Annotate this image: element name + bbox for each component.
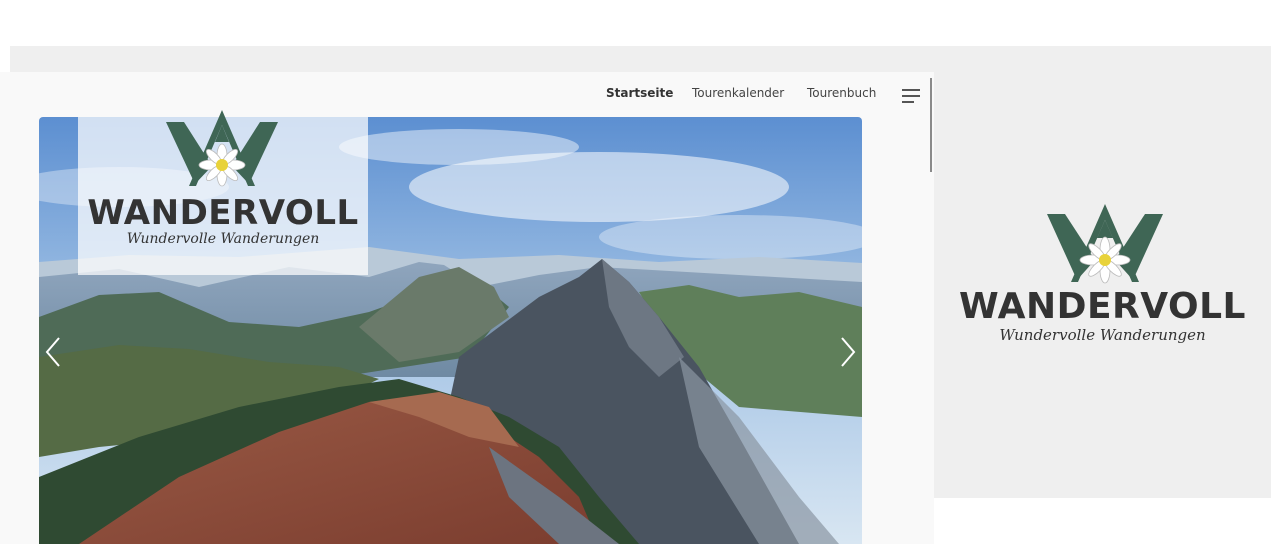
main-panel: Startseite Tourenkalender Tourenbuch WAN…	[0, 72, 934, 544]
side-brand-name: WANDERVOLL	[959, 286, 1246, 327]
chevron-right-icon	[841, 337, 856, 367]
nav-item-tourenkalender[interactable]: Tourenkalender	[692, 86, 784, 100]
chevron-left-icon	[45, 337, 60, 367]
hamburger-menu-icon[interactable]	[902, 89, 920, 103]
nav-item-startseite[interactable]: Startseite	[606, 86, 673, 100]
hero-logo-icon	[166, 110, 278, 187]
top-band	[10, 46, 1271, 72]
scrollbar[interactable]	[930, 78, 932, 172]
nav-item-tourenbuch[interactable]: Tourenbuch	[807, 86, 876, 100]
main-nav: Startseite Tourenkalender Tourenbuch	[0, 86, 934, 104]
side-brand-tagline: Wundervolle Wanderungen	[999, 326, 1206, 344]
slider-prev-button[interactable]	[43, 334, 65, 370]
side-panel: WANDERVOLL Wundervolle Wanderungen	[934, 72, 1271, 498]
slider-next-button[interactable]	[836, 334, 858, 370]
logo-box: WANDERVOLL Wundervolle Wanderungen	[78, 110, 368, 275]
hero-brand-tagline: Wundervolle Wanderungen	[126, 231, 320, 247]
hero-brand-name: WANDERVOLL	[87, 193, 359, 233]
